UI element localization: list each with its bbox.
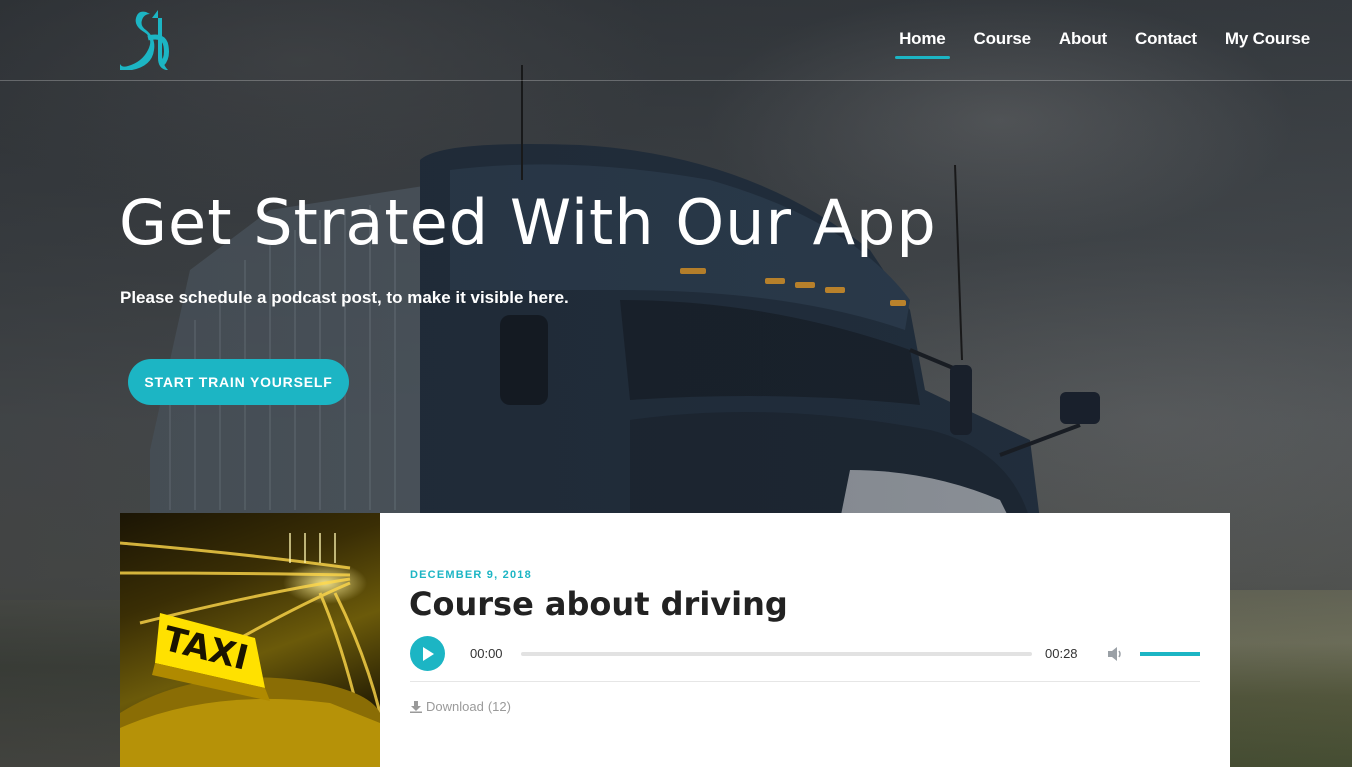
- audio-player: 00:00 00:28: [410, 636, 1200, 672]
- brand-logo-icon[interactable]: [118, 8, 170, 72]
- volume-slider[interactable]: [1140, 652, 1200, 656]
- hero-subtitle: Please schedule a podcast post, to make …: [120, 288, 569, 307]
- podcast-date: DECEMBER 9, 2018: [410, 569, 532, 581]
- current-time: 00:00: [470, 646, 503, 661]
- volume-icon[interactable]: [1106, 645, 1124, 663]
- start-train-button[interactable]: START TRAIN YOURSELF: [128, 359, 349, 405]
- taxi-sign-photo: TAXI: [120, 533, 380, 767]
- nav-about[interactable]: About: [1059, 29, 1107, 49]
- play-button[interactable]: [410, 636, 445, 671]
- site-header: Home Course About Contact My Course: [0, 0, 1352, 81]
- divider: [410, 681, 1200, 682]
- hero-title: Get Strated With Our App: [119, 186, 937, 259]
- download-icon: [410, 700, 422, 713]
- podcast-image: TAXI: [120, 513, 380, 767]
- duration: 00:28: [1045, 646, 1078, 661]
- volume-fill: [1140, 652, 1200, 656]
- nav-course[interactable]: Course: [974, 29, 1032, 49]
- nav-my-course[interactable]: My Course: [1225, 29, 1310, 49]
- podcast-title[interactable]: Course about driving: [409, 585, 788, 623]
- progress-bar[interactable]: [521, 652, 1032, 656]
- download-label: Download: [426, 699, 484, 714]
- download-count: (12): [487, 699, 511, 714]
- nav-contact[interactable]: Contact: [1135, 29, 1197, 49]
- play-icon: [422, 646, 434, 661]
- podcast-card: DECEMBER 9, 2018 Course about driving 00…: [380, 513, 1230, 767]
- nav-home[interactable]: Home: [895, 29, 951, 59]
- main-nav: Home Course About Contact My Course: [871, 29, 1310, 59]
- download-link[interactable]: Download (12): [410, 699, 511, 714]
